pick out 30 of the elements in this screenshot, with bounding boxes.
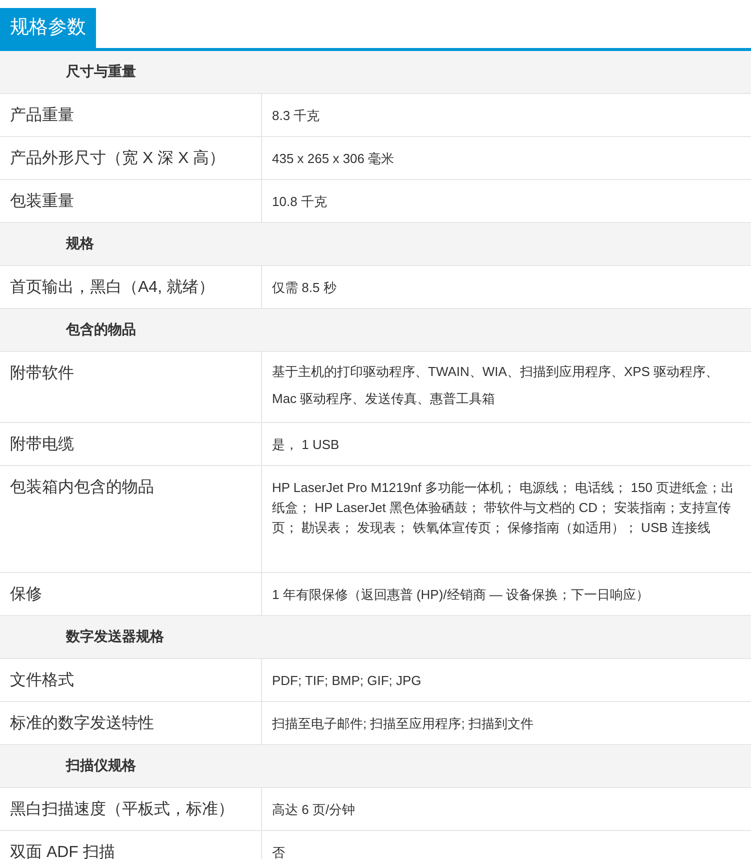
- spec-label: 附带电缆: [0, 423, 262, 465]
- section-heading: 数字发送器规格: [66, 628, 164, 646]
- section-heading: 规格: [66, 235, 94, 253]
- spec-label: 附带软件: [0, 352, 262, 422]
- spec-value: 扫描至电子邮件; 扫描至应用程序; 扫描到文件: [271, 715, 534, 733]
- spec-label: 产品外形尺寸（宽 X 深 X 高）: [0, 137, 262, 179]
- spec-value: 基于主机的打印驱动程序、TWAIN、WIA、扫描到应用程序、XPS 驱动程序、Mac 驱动程序、发送传真、惠普工具箱: [271, 363, 720, 408]
- spec-label: 黑白扫描速度（平板式，标准）: [0, 788, 262, 830]
- section-heading: 扫描仪规格: [66, 757, 136, 775]
- section-heading: 尺寸与重量: [66, 63, 136, 81]
- spec-label: 文件格式: [0, 659, 262, 701]
- spec-value: PDF; TIF; BMP; GIF; JPG: [271, 672, 422, 690]
- spec-label: 双面 ADF 扫描: [0, 831, 262, 859]
- spec-value: HP LaserJet Pro M1219nf 多功能一体机； 电源线； 电话线； 150 页进纸盒；出纸盒； HP LaserJet 黑色体验硒鼓； 带软件与文档的 CD； 安装指南；支持宣传页； 勘误表； 发现表； 铁氧体宣传页； 保修指南（如适用）； USB 连接线: [271, 479, 736, 537]
- spec-value: 435 x 265 x 306 毫米: [271, 150, 396, 168]
- spec-label: 标准的数字发送特性: [0, 702, 262, 744]
- spec-label: 包装箱内包含的物品: [0, 466, 262, 572]
- section-heading: 包含的物品: [66, 321, 136, 339]
- spec-value: 1 年有限保修（返回惠普 (HP)/经销商 — 设备保换；下一日响应）: [271, 586, 650, 604]
- specs-tab[interactable]: 规格参数: [0, 8, 96, 48]
- spec-label: 包装重量: [0, 180, 262, 222]
- spec-label: 产品重量: [0, 94, 262, 136]
- spec-value: 高达 6 页/分钟: [271, 801, 356, 819]
- spec-label: 首页输出，黑白（A4, 就绪）: [0, 266, 262, 308]
- spec-value: 10.8 千克: [271, 193, 328, 211]
- spec-value: 否: [271, 844, 286, 859]
- spec-value: 8.3 千克: [271, 107, 321, 125]
- spec-value: 是， 1 USB: [271, 436, 340, 454]
- spec-value: 仅需 8.5 秒: [271, 279, 338, 297]
- spec-label: 保修: [0, 573, 262, 615]
